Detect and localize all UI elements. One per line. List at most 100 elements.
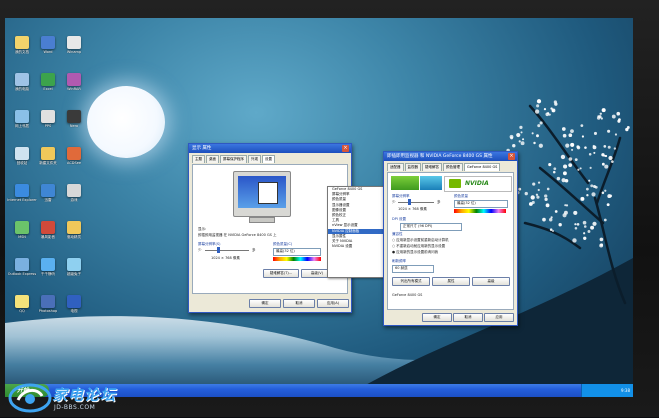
- blossom-petal: [586, 187, 589, 191]
- context-menu-item[interactable]: NVIDIA 设置: [328, 244, 386, 249]
- blossom-petal: [594, 185, 598, 189]
- desktop-icon[interactable]: Nero: [59, 110, 89, 128]
- desktop-icon-glyph: [41, 184, 55, 197]
- tab-troubleshoot[interactable]: 疑难解答: [422, 163, 442, 171]
- blossom-petal: [568, 163, 573, 168]
- nvidia-apply-button[interactable]: 应用: [484, 313, 514, 322]
- tab-settings[interactable]: 设置: [262, 155, 275, 163]
- desktop-icon-label: MSN: [18, 235, 26, 239]
- blossom-petal: [531, 132, 534, 135]
- cancel-button[interactable]: 取消: [283, 299, 315, 308]
- blossom-petal: [570, 129, 574, 134]
- resolution-slider[interactable]: [205, 250, 249, 251]
- blossom-petal: [551, 108, 556, 113]
- dpi-select[interactable]: 正常尺寸 (96 DPI): [400, 223, 462, 231]
- resolution-slider-thumb[interactable]: [217, 247, 220, 253]
- blossom-petal: [537, 181, 541, 184]
- blossom-petal: [568, 157, 573, 161]
- blossom-petal: [607, 145, 611, 149]
- desktop-icon-glyph: [15, 73, 29, 86]
- list-modes-button[interactable]: 列出所有模式: [392, 277, 430, 286]
- blossom-petal: [532, 182, 536, 186]
- desktop-icon-glyph: [67, 73, 81, 86]
- blossom-petal: [534, 109, 540, 114]
- blossom-petal: [592, 221, 597, 226]
- blossom-petal: [545, 112, 550, 117]
- resolution-more: 多: [252, 248, 256, 252]
- compat-option-3[interactable]: ● 应用新的显示设置前询问我: [392, 250, 438, 255]
- blossom-petal: [562, 133, 567, 138]
- nvidia-ok-button[interactable]: 确定: [422, 313, 452, 322]
- display-properties-titlebar[interactable]: 显示 属性 ×: [189, 144, 351, 153]
- nvidia-resolution-label: 屏幕分辨率: [392, 194, 410, 198]
- blossom-petal: [509, 134, 514, 139]
- compat-option-1[interactable]: ○ 应用新显示设置前重新启动计算机: [392, 238, 449, 243]
- desktop-icon-label: 新建文件夹: [39, 161, 57, 165]
- nvidia-color-select[interactable]: 最高(32 位): [454, 200, 508, 208]
- blossom-petal: [560, 154, 566, 160]
- compat-label: 兼容性: [392, 232, 403, 236]
- resolution-less: 少: [198, 248, 202, 252]
- apply-button[interactable]: 应用(A): [317, 299, 349, 308]
- nvidia-cancel-button[interactable]: 取消: [453, 313, 483, 322]
- refresh-label: 刷新频率: [392, 259, 406, 263]
- blossom-petal: [544, 194, 548, 198]
- tab-screensaver[interactable]: 屏幕保护程序: [220, 155, 247, 163]
- close-icon[interactable]: ×: [508, 153, 515, 160]
- blossom-petal: [554, 102, 558, 106]
- blossom-petal: [570, 142, 575, 147]
- troubleshoot-button[interactable]: 疑难解答(T)...: [263, 269, 299, 278]
- desktop-icon-label: 驱动精灵: [67, 235, 81, 239]
- color-quality-select[interactable]: 最高(32 位): [273, 248, 321, 256]
- blossom-petal: [590, 225, 595, 230]
- blossom-petal: [572, 238, 577, 243]
- refresh-select[interactable]: 60 赫兹: [392, 265, 434, 273]
- ok-button[interactable]: 确定: [249, 299, 281, 308]
- blossom-petal: [542, 217, 546, 222]
- desktop-icon[interactable]: 游戏: [59, 184, 89, 202]
- resolution-value: 1024 × 768 像素: [211, 256, 240, 260]
- nvidia-props-button[interactable]: 属性: [432, 277, 470, 286]
- clock: 9:38: [621, 388, 630, 393]
- desktop-icon[interactable]: 电视: [59, 295, 89, 313]
- desktop-icon[interactable]: WinRAR: [59, 73, 89, 91]
- blossom-petal: [552, 170, 556, 174]
- nvidia-advanced-button[interactable]: 高级: [472, 277, 510, 286]
- tab-color-management[interactable]: 颜色管理: [443, 163, 463, 171]
- blossom-petal: [536, 195, 540, 199]
- color-quality-value: 最高(32 位): [276, 249, 295, 253]
- blossom-petal: [591, 192, 596, 197]
- blossom-petal: [536, 134, 539, 138]
- desktop-icon-glyph: [41, 73, 55, 86]
- blossom-petal: [601, 191, 605, 195]
- tab-desktop[interactable]: 桌面: [206, 155, 219, 163]
- compat-option-3-label: 应用新的显示设置前询问我: [396, 250, 439, 254]
- compat-option-2[interactable]: ○ 不重新启动就应用新的显示设置: [392, 244, 445, 249]
- blossom-petal: [556, 176, 561, 181]
- blossom-petal: [543, 108, 547, 111]
- tab-monitor[interactable]: 监视器: [404, 163, 421, 171]
- close-icon[interactable]: ×: [342, 145, 349, 152]
- desktop-icon[interactable]: ACDSee: [59, 147, 89, 165]
- desktop-icon-glyph: [15, 295, 29, 308]
- desktop-icon-label: 迅雷: [44, 198, 52, 202]
- blossom-petal: [614, 133, 618, 136]
- desktop-icon-glyph: [67, 221, 81, 234]
- tab-appearance[interactable]: 外观: [248, 155, 261, 163]
- desktop-icon[interactable]: 驱动精灵: [59, 221, 89, 239]
- nvidia-resolution-slider[interactable]: [398, 202, 434, 203]
- desktop-icon[interactable]: Winamp: [59, 36, 89, 54]
- desktop-icon[interactable]: 超级兔子: [59, 258, 89, 276]
- tab-geforce[interactable]: GeForce 8400 GS: [464, 163, 501, 171]
- blossom-petal: [550, 216, 553, 219]
- desktop-icon-glyph: [41, 295, 55, 308]
- desktop-icon-label: 网上邻居: [15, 124, 29, 128]
- blossom-petal: [611, 114, 616, 119]
- tab-themes[interactable]: 主题: [192, 155, 205, 163]
- blossom-petal: [587, 230, 591, 233]
- tab-adapter[interactable]: 适配器: [387, 163, 404, 171]
- nvidia-titlebar[interactable]: 即插即用监视器 和 NVIDIA GeForce 8400 GS 属性 ×: [384, 152, 517, 161]
- nvidia-properties-window: 即插即用监视器 和 NVIDIA GeForce 8400 GS 属性 × 适配…: [383, 151, 518, 326]
- nvidia-resolution-thumb[interactable]: [408, 199, 411, 205]
- display-label: 显示:: [198, 227, 207, 231]
